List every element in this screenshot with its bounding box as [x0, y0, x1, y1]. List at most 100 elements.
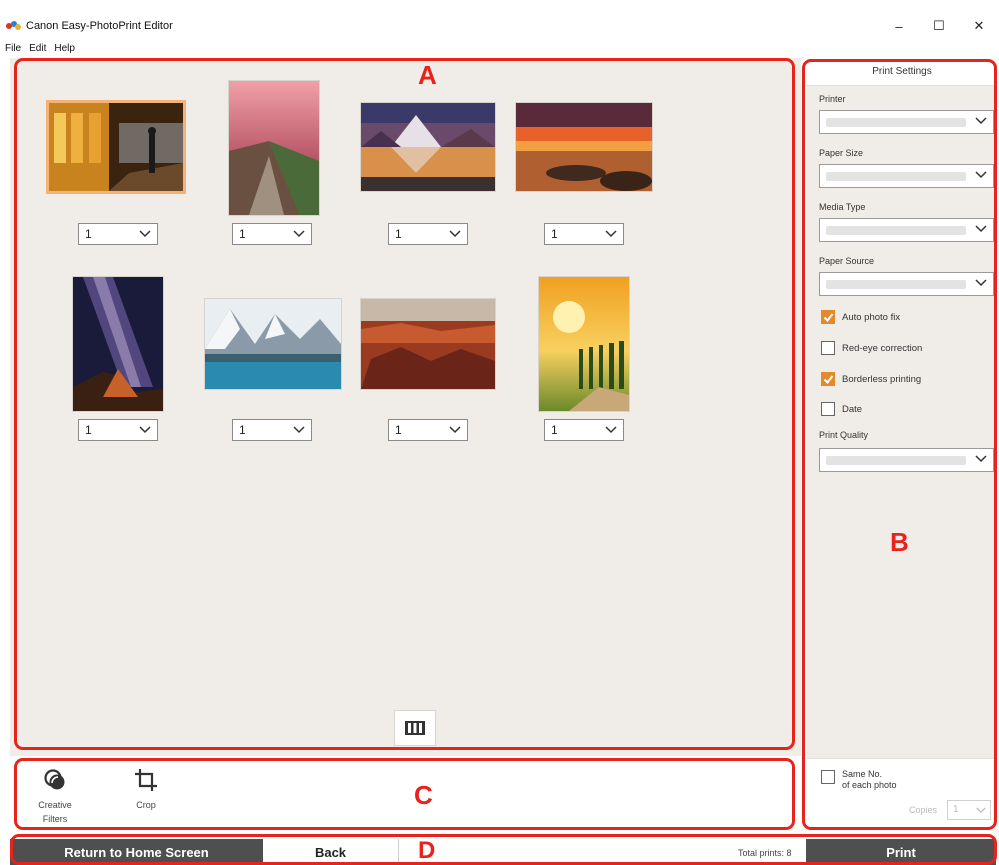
chevron-down-icon — [605, 426, 617, 434]
photo-thumbnail[interactable] — [46, 100, 186, 194]
same-number-line2: of each photo — [842, 780, 897, 790]
paper-size-select[interactable] — [819, 164, 994, 188]
photo-thumbnail[interactable] — [72, 276, 164, 412]
chevron-down-icon — [449, 426, 461, 434]
printer-value-placeholder — [826, 118, 966, 127]
same-number-checkbox[interactable]: Same No. of each photo — [821, 769, 897, 791]
chevron-down-icon — [605, 230, 617, 238]
media-type-select[interactable] — [819, 218, 994, 242]
red-eye-checkbox[interactable]: Red-eye correction — [821, 341, 922, 355]
quantity-select[interactable]: 1 — [544, 419, 624, 441]
mountain-lake-photo — [361, 103, 495, 191]
bottom-bar: Return to Home Screen Back Total prints:… — [0, 836, 999, 865]
snowy-lake-photo — [205, 299, 341, 389]
annotation-label-b: B — [890, 527, 909, 557]
menu-file[interactable]: File — [5, 43, 21, 54]
ocean-sunset-photo — [516, 103, 652, 191]
view-toggle-button[interactable] — [394, 710, 436, 746]
maximize-button[interactable]: ☐ — [919, 14, 959, 38]
total-prints: Total prints: 8 — [738, 848, 792, 858]
photo-area: 1 1 1 1 1 1 1 1 — [10, 58, 801, 756]
quantity-select[interactable]: 1 — [78, 419, 158, 441]
quantity-select[interactable]: 1 — [232, 419, 312, 441]
creative-filters-button[interactable]: Creative Filters — [32, 768, 78, 824]
creative-filters-icon — [44, 769, 65, 790]
same-number-line1: Same No. — [842, 769, 883, 779]
print-quality-select[interactable] — [819, 448, 994, 472]
paper-size-label: Paper Size — [819, 148, 864, 158]
paper-source-select[interactable] — [819, 272, 994, 296]
title-bar: Canon Easy-PhotoPrint Editor – ☐ ✕ — [0, 14, 999, 38]
print-button[interactable]: Print — [806, 839, 996, 865]
photo-thumbnail[interactable] — [204, 298, 342, 390]
quantity-value: 1 — [85, 227, 92, 241]
auto-photo-fix-checkbox[interactable]: Auto photo fix — [821, 310, 900, 324]
back-button[interactable]: Back — [263, 839, 399, 865]
milky-way-photo — [73, 277, 163, 411]
red-eye-label: Red-eye correction — [842, 342, 923, 354]
return-home-button[interactable]: Return to Home Screen — [10, 839, 263, 865]
borderless-label: Borderless printing — [842, 373, 922, 385]
chevron-down-icon — [975, 171, 987, 179]
date-checkbox[interactable]: Date — [821, 402, 862, 416]
train-station-photo — [49, 103, 183, 191]
quantity-select[interactable]: 1 — [388, 419, 468, 441]
paper-source-label: Paper Source — [819, 256, 875, 266]
paper-source-value-placeholder — [826, 280, 966, 289]
quantity-value: 1 — [239, 227, 246, 241]
menu-help[interactable]: Help — [54, 43, 75, 54]
crop-button[interactable]: Crop — [128, 768, 164, 810]
chevron-down-icon — [293, 230, 305, 238]
quantity-select[interactable]: 1 — [232, 223, 312, 245]
tuscany-road-photo — [539, 277, 629, 411]
creative-filters-label-2: Filters — [42, 814, 68, 824]
app-logo-icon — [6, 21, 22, 31]
chevron-down-icon — [976, 807, 986, 814]
annotation-label-d: D — [418, 837, 436, 864]
auto-photo-fix-label: Auto photo fix — [842, 311, 901, 323]
filmstrip-icon — [405, 721, 425, 735]
chevron-down-icon — [975, 117, 987, 125]
quantity-value: 1 — [395, 423, 402, 437]
menu-bar: File Edit Help — [0, 40, 78, 56]
chevron-down-icon — [975, 279, 987, 287]
quantity-value: 1 — [551, 423, 558, 437]
photo-thumbnail[interactable] — [360, 102, 496, 192]
photo-thumbnail[interactable] — [515, 102, 653, 192]
quantity-value: 1 — [551, 227, 558, 241]
menu-edit[interactable]: Edit — [29, 43, 46, 54]
crop-icon — [135, 769, 157, 791]
chevron-down-icon — [975, 225, 987, 233]
quantity-select[interactable]: 1 — [78, 223, 158, 245]
chevron-down-icon — [139, 426, 151, 434]
photo-thumbnail[interactable] — [228, 80, 320, 216]
print-settings-panel: Print Settings Printer Paper Size Media … — [807, 58, 997, 832]
printer-label: Printer — [819, 94, 846, 104]
quantity-value: 1 — [239, 423, 246, 437]
chevron-down-icon — [139, 230, 151, 238]
quantity-select[interactable]: 1 — [388, 223, 468, 245]
media-type-value-placeholder — [826, 226, 966, 235]
photo-thumbnail[interactable] — [360, 298, 496, 390]
print-quality-label: Print Quality — [819, 430, 869, 440]
printer-select[interactable] — [819, 110, 994, 134]
panel-title: Print Settings — [807, 58, 997, 86]
cliff-sunset-photo — [229, 81, 319, 215]
annotation-label-a: A — [418, 60, 437, 90]
close-button[interactable]: ✕ — [959, 14, 999, 38]
chevron-down-icon — [449, 230, 461, 238]
minimize-button[interactable]: – — [879, 14, 919, 38]
media-type-label: Media Type — [819, 202, 866, 212]
app-window: Canon Easy-PhotoPrint Editor – ☐ ✕ File … — [0, 0, 999, 865]
photo-thumbnail[interactable] — [538, 276, 630, 412]
quantity-value: 1 — [395, 227, 402, 241]
checkbox-empty-icon — [821, 402, 835, 416]
copies-select[interactable]: 1 — [947, 800, 991, 820]
print-quality-value-placeholder — [826, 456, 966, 465]
annotation-label-c: C — [414, 780, 433, 810]
borderless-checkbox[interactable]: Borderless printing — [821, 372, 921, 386]
canyon-photo — [361, 299, 495, 389]
quantity-select[interactable]: 1 — [544, 223, 624, 245]
window-controls: – ☐ ✕ — [879, 14, 999, 38]
creative-filters-label-1: Creative — [38, 800, 72, 810]
